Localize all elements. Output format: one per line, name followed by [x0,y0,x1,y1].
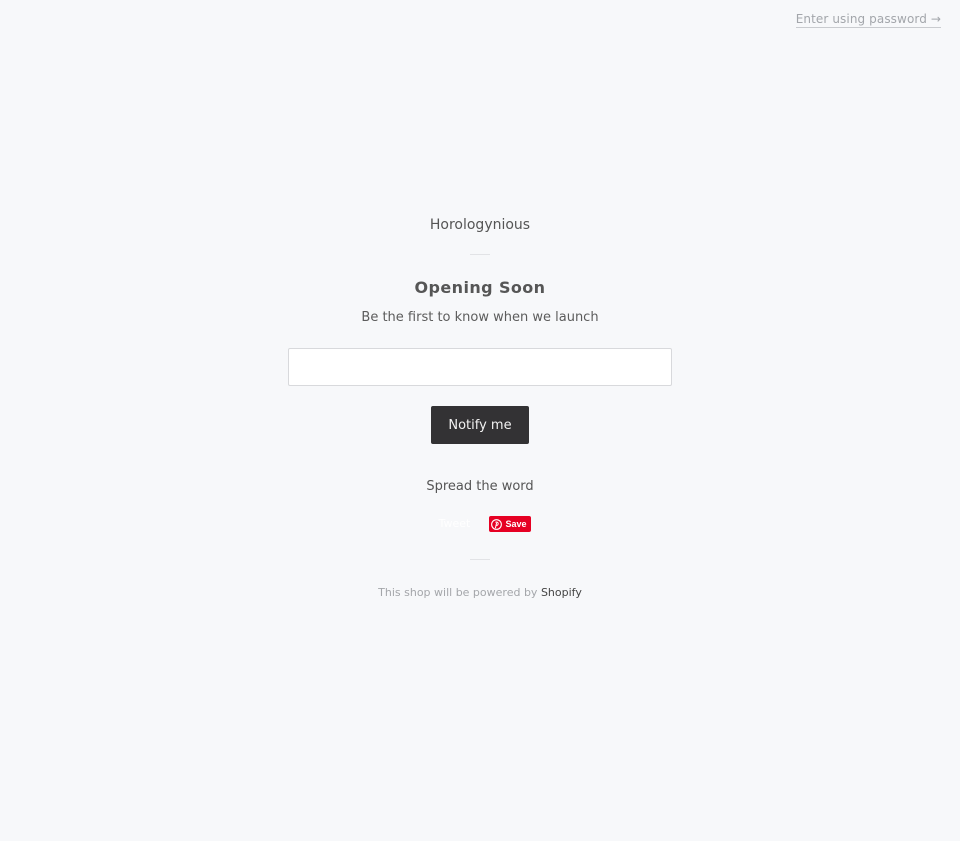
page-title: Opening Soon [414,278,546,297]
page-subtitle: Be the first to know when we launch [361,310,599,325]
enter-password-link[interactable]: Enter using password → [795,12,941,28]
powered-by-prefix: This shop will be powered by [378,586,538,599]
pinterest-save-label: Save [505,519,527,529]
password-page: Enter using password → Horologynious Ope… [0,0,960,841]
shop-name: Horologynious [429,217,531,233]
bottom-divider [470,559,490,560]
powered-by-text: This shop will be powered by Shopify [0,586,960,600]
main-content: Horologynious Opening Soon Be the first … [0,216,960,600]
pinterest-icon [491,518,503,530]
email-input[interactable] [288,348,672,386]
spread-the-word-label: Spread the word [426,479,534,494]
share-buttons: Tweet Save [0,515,960,533]
top-divider [470,254,490,255]
tweet-button[interactable]: Tweet [429,516,479,532]
shopify-link[interactable]: Shopify [541,586,582,599]
pinterest-save-button[interactable]: Save [489,516,531,532]
notify-me-button[interactable]: Notify me [431,406,529,444]
